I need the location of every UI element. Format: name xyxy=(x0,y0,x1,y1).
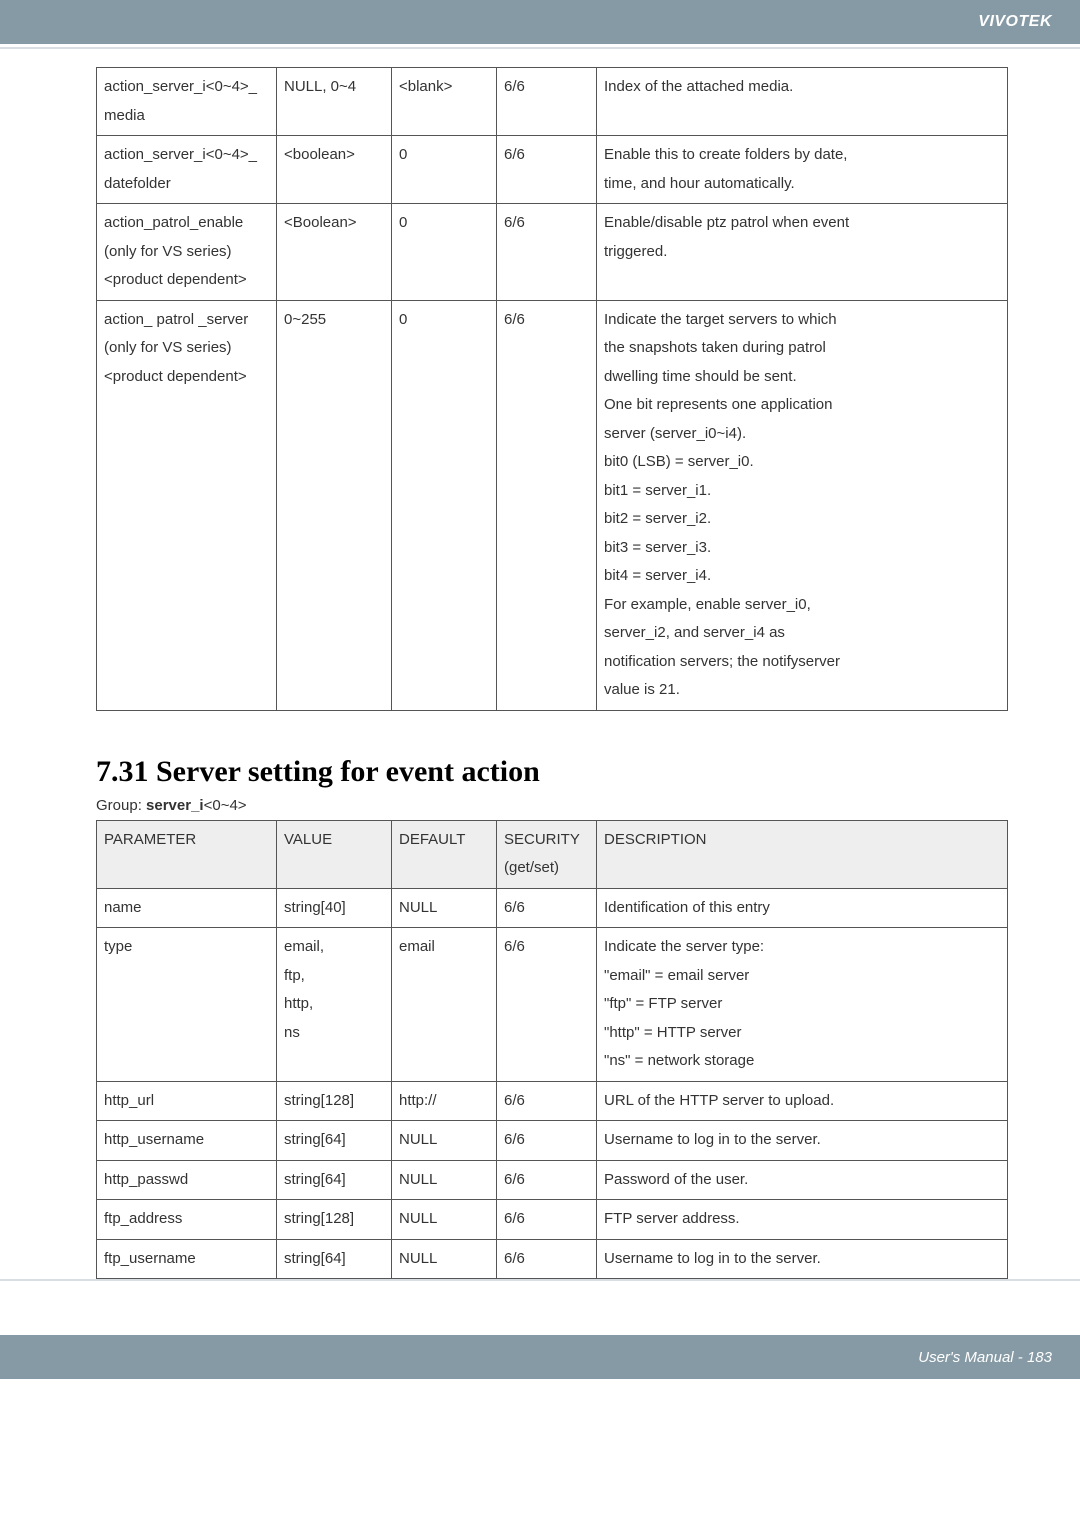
footer-label: User's Manual - 183 xyxy=(918,1349,1052,1366)
cell-value: string[64] xyxy=(277,1121,392,1161)
table-row: action_server_i<0~4>_mediaNULL, 0~4<blan… xyxy=(97,68,1008,136)
cell-security: 6/6 xyxy=(497,1200,597,1240)
cell-parameter: name xyxy=(97,888,277,928)
cell-value: string[40] xyxy=(277,888,392,928)
cell-default: NULL xyxy=(392,1239,497,1279)
header-security: SECURITY (get/set) xyxy=(497,820,597,888)
group-suffix: <0~4> xyxy=(204,797,247,814)
header-default: DEFAULT xyxy=(392,820,497,888)
cell-security: 6/6 xyxy=(497,300,597,710)
cell-parameter: action_ patrol _server(only for VS serie… xyxy=(97,300,277,710)
table-row: http_usernamestring[64]NULL6/6Username t… xyxy=(97,1121,1008,1161)
cell-description: Indicate the target servers to whichthe … xyxy=(597,300,1008,710)
cell-value: 0~255 xyxy=(277,300,392,710)
cell-description: Enable/disable ptz patrol when eventtrig… xyxy=(597,204,1008,301)
table-row: http_urlstring[128]http://6/6URL of the … xyxy=(97,1081,1008,1121)
cell-default: NULL xyxy=(392,888,497,928)
cell-description: Username to log in to the server. xyxy=(597,1121,1008,1161)
cell-parameter: ftp_address xyxy=(97,1200,277,1240)
section-title: 7.31 Server setting for event action xyxy=(96,755,1008,789)
cell-security: 6/6 xyxy=(497,1239,597,1279)
cell-default: email xyxy=(392,928,497,1082)
cell-default: 0 xyxy=(392,300,497,710)
header-description: DESCRIPTION xyxy=(597,820,1008,888)
cell-parameter: action_patrol_enable(only for VS series)… xyxy=(97,204,277,301)
cell-security: 6/6 xyxy=(497,136,597,204)
cell-default: 0 xyxy=(392,204,497,301)
cell-security: 6/6 xyxy=(497,204,597,301)
cell-default: <blank> xyxy=(392,68,497,136)
table-row: namestring[40]NULL6/6Identification of t… xyxy=(97,888,1008,928)
cell-parameter: ftp_username xyxy=(97,1239,277,1279)
group-prefix: Group: xyxy=(96,797,146,814)
cell-description: Identification of this entry xyxy=(597,888,1008,928)
table-row: ftp_usernamestring[64]NULL6/6Username to… xyxy=(97,1239,1008,1279)
page-content: action_server_i<0~4>_mediaNULL, 0~4<blan… xyxy=(0,49,1080,1279)
cell-value: NULL, 0~4 xyxy=(277,68,392,136)
parameter-table-1: action_server_i<0~4>_mediaNULL, 0~4<blan… xyxy=(96,67,1008,711)
cell-parameter: http_passwd xyxy=(97,1160,277,1200)
cell-security: 6/6 xyxy=(497,1121,597,1161)
group-line: Group: server_i<0~4> xyxy=(96,797,1008,814)
parameter-table-2: PARAMETER VALUE DEFAULT SECURITY (get/se… xyxy=(96,820,1008,1280)
cell-security: 6/6 xyxy=(497,888,597,928)
cell-parameter: action_server_i<0~4>_datefolder xyxy=(97,136,277,204)
cell-description: FTP server address. xyxy=(597,1200,1008,1240)
cell-security: 6/6 xyxy=(497,928,597,1082)
cell-value: string[64] xyxy=(277,1160,392,1200)
header-parameter: PARAMETER xyxy=(97,820,277,888)
cell-description: Index of the attached media. xyxy=(597,68,1008,136)
table-row: http_passwdstring[64]NULL6/6Password of … xyxy=(97,1160,1008,1200)
cell-description: URL of the HTTP server to upload. xyxy=(597,1081,1008,1121)
footer-divider xyxy=(0,1279,1080,1281)
cell-default: http:// xyxy=(392,1081,497,1121)
table-row: action_ patrol _server(only for VS serie… xyxy=(97,300,1008,710)
cell-default: NULL xyxy=(392,1121,497,1161)
cell-description: Password of the user. xyxy=(597,1160,1008,1200)
cell-value: email,ftp,http,ns xyxy=(277,928,392,1082)
cell-default: NULL xyxy=(392,1200,497,1240)
cell-parameter: http_url xyxy=(97,1081,277,1121)
cell-security: 6/6 xyxy=(497,1160,597,1200)
cell-description: Enable this to create folders by date,ti… xyxy=(597,136,1008,204)
cell-value: string[128] xyxy=(277,1200,392,1240)
cell-description: Indicate the server type:"email" = email… xyxy=(597,928,1008,1082)
page-header: VIVOTEK xyxy=(0,0,1080,44)
cell-value: string[64] xyxy=(277,1239,392,1279)
cell-security: 6/6 xyxy=(497,68,597,136)
cell-parameter: type xyxy=(97,928,277,1082)
table-row: typeemail,ftp,http,nsemail6/6Indicate th… xyxy=(97,928,1008,1082)
page-footer: User's Manual - 183 xyxy=(0,1335,1080,1379)
cell-description: Username to log in to the server. xyxy=(597,1239,1008,1279)
table-row: ftp_addressstring[128]NULL6/6FTP server … xyxy=(97,1200,1008,1240)
cell-default: NULL xyxy=(392,1160,497,1200)
group-name: server_i xyxy=(146,797,204,814)
table-row: action_server_i<0~4>_datefolder<boolean>… xyxy=(97,136,1008,204)
header-value: VALUE xyxy=(277,820,392,888)
cell-value: string[128] xyxy=(277,1081,392,1121)
cell-default: 0 xyxy=(392,136,497,204)
cell-value: <Boolean> xyxy=(277,204,392,301)
brand-label: VIVOTEK xyxy=(978,13,1052,31)
table-header-row: PARAMETER VALUE DEFAULT SECURITY (get/se… xyxy=(97,820,1008,888)
table-row: action_patrol_enable(only for VS series)… xyxy=(97,204,1008,301)
cell-parameter: http_username xyxy=(97,1121,277,1161)
cell-security: 6/6 xyxy=(497,1081,597,1121)
cell-value: <boolean> xyxy=(277,136,392,204)
cell-parameter: action_server_i<0~4>_media xyxy=(97,68,277,136)
